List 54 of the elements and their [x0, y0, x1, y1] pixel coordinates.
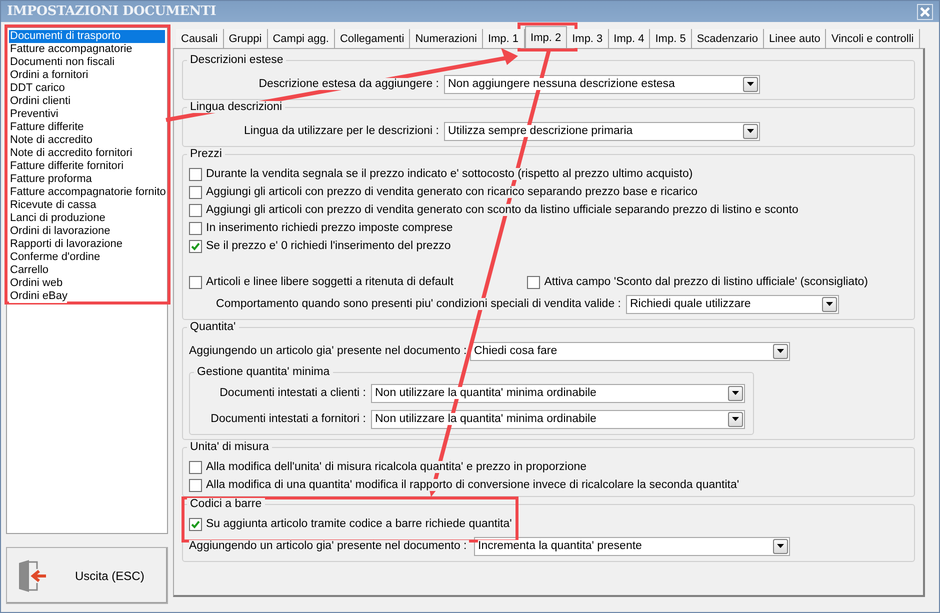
checkbox-label[interactable]: In inserimento richiedi prezzo imposte comprese [206, 222, 453, 234]
checkbox[interactable] [527, 276, 540, 288]
list-item[interactable]: Lanci di produzione [9, 212, 106, 225]
checkbox-label[interactable]: Durante la vendita segnala se il prezzo indicato e' sottocosto (rispetto al prezzo ultimo acquisto) [206, 168, 693, 180]
dropdown[interactable]: Utilizza sempre descrizione primaria [444, 122, 760, 140]
checkbox-label[interactable]: Articoli e linee libere soggetti a ritenuta di default [206, 276, 454, 288]
tab[interactable]: Imp. 1 [482, 29, 525, 48]
window-title: IMPOSTAZIONI DOCUMENTI [7, 4, 216, 19]
dropdown[interactable]: Richiedi quale utilizzare [626, 294, 839, 314]
checkbox-label[interactable]: Alla modifica dell'unita' di misura ricalcola quantita' e prezzo in proporzione [206, 461, 587, 473]
checkbox[interactable] [189, 186, 202, 198]
checkbox-label[interactable]: Aggiungi gli articoli con prezzo di vendita generato con ricarico separando prezzo base e ricarico [206, 186, 698, 198]
group-title: Codici a barre [187, 498, 265, 510]
checkbox[interactable] [189, 204, 202, 216]
exit-door-icon [17, 558, 47, 592]
tab[interactable]: Vincoli e controlli [826, 29, 920, 48]
list-item[interactable]: Fatture accompagnatorie fornito [9, 186, 166, 199]
tab[interactable]: Scadenzario [692, 29, 764, 48]
dropdown[interactable]: Non utilizzare la quantita' minima ordinabile [371, 384, 745, 402]
checkbox[interactable] [189, 276, 202, 288]
checkbox[interactable] [189, 460, 202, 474]
tab[interactable]: Imp. 5 [650, 29, 692, 48]
checkbox[interactable] [189, 478, 202, 492]
checkbox-label[interactable]: Attiva campo 'Sconto dal prezzo di listino ufficiale' (sconsigliato) [544, 276, 868, 288]
tab[interactable]: Imp. 3 [567, 29, 609, 48]
list-item[interactable]: Fatture accompagnatorie [9, 43, 132, 56]
dropdown[interactable]: Chiedi cosa fare [470, 342, 790, 360]
checkbox[interactable] [189, 222, 202, 234]
field-label: Aggiungendo un articolo gia' presente nel documento : [189, 345, 465, 357]
dropdown[interactable]: Incrementa la quantita' presente [474, 536, 790, 556]
checkbox-label[interactable]: Se il prezzo e' 0 richiedi l'inserimento del prezzo [206, 240, 451, 252]
tab[interactable]: Campi agg. [268, 29, 335, 48]
checkbox-label[interactable]: Alla modifica di una quantita' modifica il rapporto di conversione invece di ricalcolare la seconda quantita' [206, 479, 740, 491]
checkbox[interactable] [189, 518, 202, 530]
checkbox-label[interactable]: Su aggiunta articolo tramite codice a barre richiede quantita' [206, 518, 512, 530]
checkbox[interactable] [189, 168, 202, 180]
exit-button[interactable]: Uscita (ESC) [6, 547, 168, 604]
tab[interactable]: Collegamenti [334, 29, 410, 48]
list-item[interactable]: Documenti di trasporto [9, 30, 165, 43]
list-item[interactable]: Ordini eBay [9, 290, 68, 303]
close-icon[interactable] [917, 4, 933, 20]
checkbox[interactable] [189, 240, 202, 252]
list-item[interactable]: Rapporti di lavorazione [9, 238, 123, 251]
tab[interactable]: Imp. 4 [608, 29, 650, 48]
field-label: Aggiungendo un articolo gia' presente nel documento : [189, 540, 469, 552]
tab[interactable]: Linee auto [764, 29, 826, 48]
tab[interactable]: Causali [176, 29, 224, 48]
tab[interactable]: Imp. 2 [524, 26, 568, 48]
tab[interactable]: Numerazioni [410, 29, 483, 48]
tab[interactable]: Gruppi [224, 29, 268, 48]
dropdown[interactable]: Non aggiungere nessuna descrizione estesa [444, 74, 760, 94]
checkbox-label[interactable]: Aggiungi gli articoli con prezzo di vendita generato con sconto da listino ufficiale separando prezzo di listino e sconto [206, 204, 798, 216]
dropdown[interactable]: Non utilizzare la quantita' minima ordinabile [371, 410, 745, 428]
list-item[interactable]: Fatture proforma [9, 173, 92, 186]
